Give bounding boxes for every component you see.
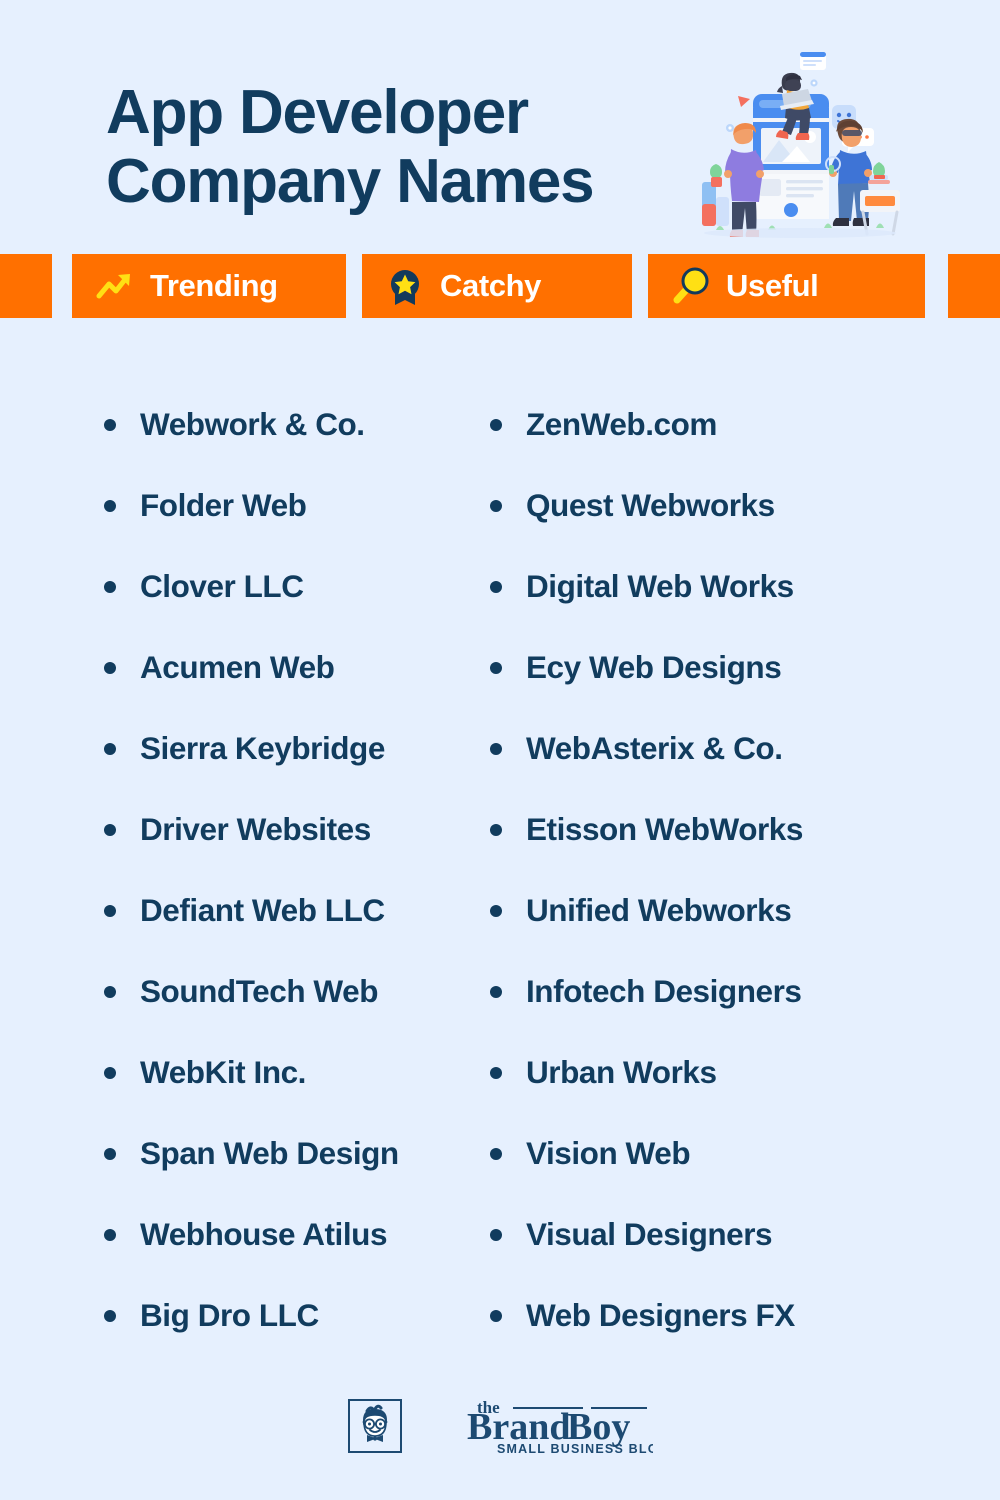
list-item: Digital Web Works	[482, 546, 1000, 627]
list-item: Infotech Designers	[482, 951, 1000, 1032]
list-item: Visual Designers	[482, 1194, 1000, 1275]
list-item: Webwork & Co.	[96, 384, 460, 465]
list-item: Unified Webworks	[482, 870, 1000, 951]
magnifying-glass-icon	[673, 267, 709, 304]
list-item: Vision Web	[482, 1113, 1000, 1194]
list-item: SoundTech Web	[96, 951, 460, 1032]
page-title: App Developer Company Names	[106, 78, 595, 217]
badge-useful-label: Useful	[726, 268, 819, 303]
list-item: Urban Works	[482, 1032, 1000, 1113]
header-section: App Developer Company Names	[0, 0, 1000, 254]
orange-bar-right-cap	[948, 254, 1000, 318]
list-item: Folder Web	[96, 465, 460, 546]
list-item: WebKit Inc.	[96, 1032, 460, 1113]
list-item: Ecy Web Designs	[482, 627, 1000, 708]
badge-useful[interactable]: Useful	[648, 254, 925, 318]
category-badge-bar: Trending Catchy Useful	[0, 254, 1000, 318]
list-item: Driver Websites	[96, 789, 460, 870]
app-development-team-illustration	[702, 52, 900, 238]
left-name-list: Webwork & Co. Folder Web Clover LLC Acum…	[96, 384, 460, 1356]
page-title-line-1: App Developer	[106, 78, 529, 147]
page-title-line-2: Company Names	[106, 147, 595, 217]
list-item: Webhouse Atilus	[96, 1194, 460, 1275]
right-column: ZenWeb.com Quest Webworks Digital Web Wo…	[460, 318, 1000, 1356]
award-ribbon-star-icon	[391, 270, 419, 305]
list-item: Big Dro LLC	[96, 1275, 460, 1356]
list-item: Defiant Web LLC	[96, 870, 460, 951]
list-item: Quest Webworks	[482, 465, 1000, 546]
list-item: WebAsterix & Co.	[482, 708, 1000, 789]
list-item: Acumen Web	[96, 627, 460, 708]
footer: the Brand Boy SMALL BUSINESS BLOG	[0, 1352, 1000, 1500]
right-name-list: ZenWeb.com Quest Webworks Digital Web Wo…	[482, 384, 1000, 1356]
orange-bar-left-cap	[0, 254, 52, 318]
badge-trending-label: Trending	[150, 268, 278, 303]
left-column: Webwork & Co. Folder Web Clover LLC Acum…	[0, 318, 460, 1356]
list-item: ZenWeb.com	[482, 384, 1000, 465]
list-item: Web Designers FX	[482, 1275, 1000, 1356]
brandboy-face-icon	[348, 1399, 402, 1453]
badge-catchy[interactable]: Catchy	[362, 254, 632, 318]
company-names-lists: Webwork & Co. Folder Web Clover LLC Acum…	[0, 318, 1000, 1356]
trending-up-icon	[96, 274, 130, 299]
brandboy-logo[interactable]: the Brand Boy SMALL BUSINESS BLOG	[347, 1395, 653, 1457]
list-item: Span Web Design	[96, 1113, 460, 1194]
badge-trending[interactable]: Trending	[72, 254, 346, 318]
brandboy-wordmark: the Brand Boy SMALL BUSINESS BLOG	[467, 1398, 653, 1456]
list-item: Sierra Keybridge	[96, 708, 460, 789]
list-item: Clover LLC	[96, 546, 460, 627]
list-item: Etisson WebWorks	[482, 789, 1000, 870]
logo-tagline-text: SMALL BUSINESS BLOG	[497, 1442, 653, 1456]
badge-catchy-label: Catchy	[440, 268, 541, 303]
